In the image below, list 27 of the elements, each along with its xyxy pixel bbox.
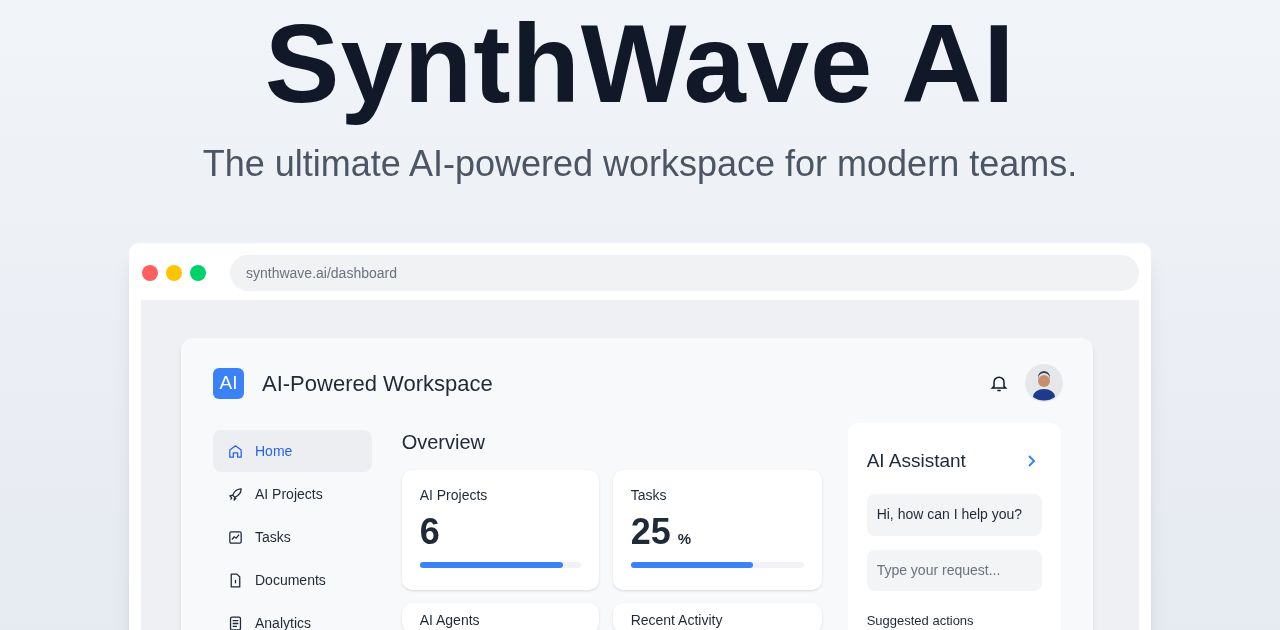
app-title: AI-Powered Workspace bbox=[262, 369, 493, 398]
hero-subtitle: The ultimate AI-powered workspace for modern teams. bbox=[202, 142, 1078, 186]
panel-title: AI Assistant bbox=[866, 449, 966, 473]
stat-unit: % bbox=[677, 529, 691, 549]
sidebar-item[interactable]: Home bbox=[213, 430, 372, 472]
hero-title: SynthWave AI bbox=[264, 4, 1016, 124]
card-label: Recent Activity bbox=[630, 611, 724, 629]
chat-message: Hi, how can I help you? bbox=[866, 493, 1042, 536]
section-title: Overview bbox=[401, 430, 486, 454]
rocket-icon bbox=[227, 485, 244, 503]
card-label: AI Agents bbox=[419, 611, 481, 629]
address-bar[interactable]: synthwave.ai/dashboard bbox=[230, 255, 1139, 291]
avatar-icon[interactable] bbox=[1025, 364, 1063, 402]
stat-value: 25 bbox=[630, 512, 671, 552]
card-label: Tasks bbox=[630, 486, 668, 504]
sidebar-item[interactable]: AI Projects bbox=[213, 473, 372, 515]
app-logo: AI bbox=[213, 367, 244, 399]
sidebar-item[interactable]: Documents bbox=[213, 559, 372, 601]
sidebar-item[interactable]: Tasks bbox=[213, 516, 372, 558]
section-heading: Suggested actions bbox=[866, 611, 975, 630]
home-icon bbox=[227, 442, 244, 460]
list-icon bbox=[227, 614, 244, 630]
card-label: AI Projects bbox=[419, 486, 489, 504]
request-input-field[interactable]: Type your request... bbox=[866, 549, 1042, 591]
stat-value: 6 bbox=[419, 512, 440, 552]
sidebar-item[interactable]: Analytics bbox=[213, 602, 372, 630]
chart-icon bbox=[227, 528, 244, 546]
